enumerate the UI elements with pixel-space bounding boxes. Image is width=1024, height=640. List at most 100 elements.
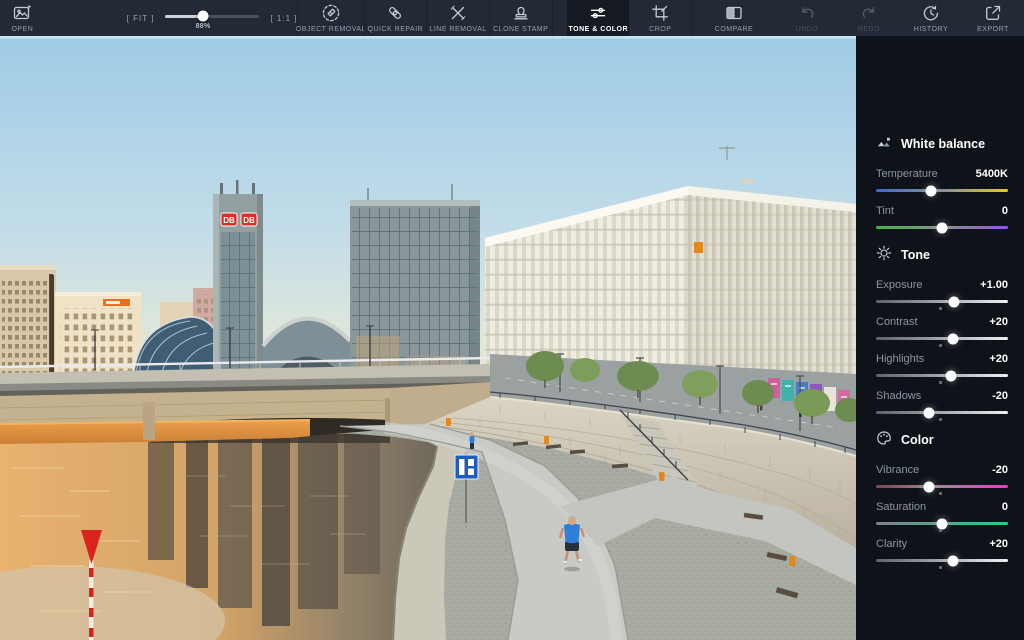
saturation-value: 0 xyxy=(1002,501,1008,513)
fit-button[interactable]: [ FIT ] xyxy=(127,14,155,23)
default-marker xyxy=(939,566,942,569)
highlights-slider-thumb[interactable] xyxy=(946,370,957,381)
far-jogger xyxy=(470,432,475,449)
undo-icon xyxy=(797,3,817,23)
open-label: OPEN xyxy=(11,26,33,33)
db-logo-left: DB xyxy=(223,216,235,225)
exposure-row: Exposure +1.00 xyxy=(876,279,1008,303)
quick-repair-button[interactable]: QUICK REPAIR xyxy=(364,0,426,36)
color-section: Color Vibrance -20 Saturation 0 xyxy=(876,430,1008,562)
contrast-label: Contrast xyxy=(876,316,918,328)
tint-slider-thumb[interactable] xyxy=(937,222,948,233)
history-icon xyxy=(921,3,941,23)
export-button[interactable]: EXPORT xyxy=(962,0,1024,36)
exposure-value: +1.00 xyxy=(980,279,1008,291)
object-removal-button[interactable]: OBJECT REMOVAL xyxy=(298,0,364,36)
saturation-row: Saturation 0 xyxy=(876,501,1008,525)
default-marker xyxy=(939,307,942,310)
saturation-slider[interactable] xyxy=(876,522,1008,525)
zoom-controls: [ FIT ] 88% [ 1:1 ] xyxy=(127,0,298,36)
color-header: Color xyxy=(876,430,1008,449)
tint-slider[interactable] xyxy=(876,226,1008,229)
open-image-icon xyxy=(12,3,32,23)
toolbar: OPEN [ FIT ] 88% [ 1:1 ] OBJECT REMOVAL xyxy=(0,0,1024,36)
compare-icon xyxy=(724,3,744,23)
temperature-slider[interactable] xyxy=(876,189,1008,192)
vibrance-value: -20 xyxy=(992,464,1008,476)
crop-button[interactable]: CROP xyxy=(629,0,691,36)
exposure-slider[interactable] xyxy=(876,300,1008,303)
river xyxy=(0,433,437,640)
photo-scene: DB DB xyxy=(0,36,856,640)
toolbar-gap xyxy=(552,0,567,36)
redo-icon xyxy=(859,3,879,23)
shadows-label: Shadows xyxy=(876,390,921,402)
default-marker xyxy=(939,418,942,421)
db-logo-right: DB xyxy=(243,216,255,225)
export-icon xyxy=(983,3,1003,23)
white-balance-section: White balance Temperature 5400K Tint 0 xyxy=(876,134,1008,229)
palette-icon xyxy=(876,430,892,449)
default-marker xyxy=(939,529,942,532)
saturation-slider-thumb[interactable] xyxy=(937,518,948,529)
vibrance-slider-thumb[interactable] xyxy=(923,481,934,492)
shadows-slider[interactable] xyxy=(876,411,1008,414)
line-removal-button[interactable]: LINE REMOVAL xyxy=(427,0,489,36)
clarity-value: +20 xyxy=(989,538,1008,550)
vibrance-slider[interactable] xyxy=(876,485,1008,488)
object-removal-icon xyxy=(321,3,341,23)
section-title: White balance xyxy=(901,137,985,151)
default-marker xyxy=(939,381,942,384)
crop-icon xyxy=(650,3,670,23)
photo-editor-app: OPEN [ FIT ] 88% [ 1:1 ] OBJECT REMOVAL xyxy=(0,0,1024,640)
exposure-label: Exposure xyxy=(876,279,922,291)
clarity-slider-thumb[interactable] xyxy=(947,555,958,566)
tint-label: Tint xyxy=(876,205,894,217)
chimney xyxy=(50,275,54,377)
temperature-value: 5400K xyxy=(976,168,1008,180)
temperature-slider-thumb[interactable] xyxy=(926,185,937,196)
redo-button[interactable]: REDO xyxy=(838,0,900,36)
highlights-label: Highlights xyxy=(876,353,924,365)
white-balance-header: White balance xyxy=(876,134,1008,153)
clarity-slider[interactable] xyxy=(876,559,1008,562)
history-button[interactable]: HISTORY xyxy=(900,0,962,36)
default-marker xyxy=(939,344,942,347)
contrast-slider-thumb[interactable] xyxy=(947,333,958,344)
default-marker xyxy=(939,492,942,495)
highlights-row: Highlights +20 xyxy=(876,353,1008,377)
shadows-slider-thumb[interactable] xyxy=(923,407,934,418)
temperature-row: Temperature 5400K xyxy=(876,168,1008,192)
tone-section: Tone Exposure +1.00 Contrast +20 xyxy=(876,245,1008,414)
compare-button[interactable]: COMPARE xyxy=(692,0,776,36)
main-area: DB DB xyxy=(0,36,1024,640)
undo-button[interactable]: UNDO xyxy=(776,0,838,36)
clone-stamp-button[interactable]: CLONE STAMP xyxy=(490,0,552,36)
tone-color-button[interactable]: TONE & COLOR xyxy=(567,0,629,36)
clone-stamp-icon xyxy=(511,3,531,23)
line-removal-icon xyxy=(448,3,468,23)
vibrance-label: Vibrance xyxy=(876,464,919,476)
highlights-slider[interactable] xyxy=(876,374,1008,377)
zoom-percent: 88% xyxy=(196,23,211,30)
sun-icon xyxy=(876,245,892,264)
photo-canvas[interactable]: DB DB xyxy=(0,36,856,640)
saturation-label: Saturation xyxy=(876,501,926,513)
quick-repair-icon xyxy=(385,3,405,23)
temperature-label: Temperature xyxy=(876,168,938,180)
zoom-slider-thumb[interactable] xyxy=(198,11,209,22)
contrast-value: +20 xyxy=(989,316,1008,328)
tone-header: Tone xyxy=(876,245,1008,264)
shadows-row: Shadows -20 xyxy=(876,390,1008,414)
highlights-value: +20 xyxy=(989,353,1008,365)
tone-color-icon xyxy=(588,3,608,23)
contrast-slider[interactable] xyxy=(876,337,1008,340)
clarity-row: Clarity +20 xyxy=(876,538,1008,562)
open-button[interactable]: OPEN xyxy=(0,0,45,36)
vibrance-row: Vibrance -20 xyxy=(876,464,1008,488)
actual-size-button[interactable]: [ 1:1 ] xyxy=(270,14,297,23)
tint-row: Tint 0 xyxy=(876,205,1008,229)
zoom-slider[interactable]: 88% xyxy=(165,15,259,18)
exposure-slider-thumb[interactable] xyxy=(948,296,959,307)
tint-value: 0 xyxy=(1002,205,1008,217)
